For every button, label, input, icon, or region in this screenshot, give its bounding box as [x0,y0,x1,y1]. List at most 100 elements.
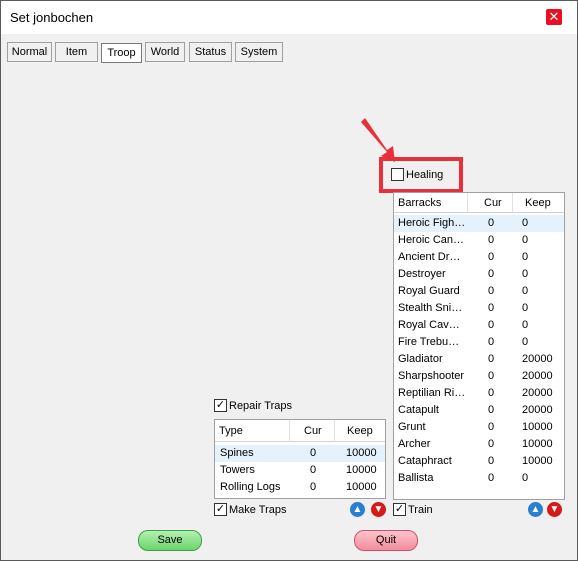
train-checkbox-box[interactable]: ✓ [393,502,406,516]
table-row[interactable]: Fire Trebu… 0 0 [394,334,564,351]
cell-keep: 0 [522,285,529,297]
column-header-keep[interactable]: Keep [335,420,385,442]
table-row[interactable]: Cataphract 0 10000 [394,453,564,470]
column-header-cur[interactable]: Cur [468,193,513,213]
table-row[interactable]: Gladiator 0 20000 [394,351,564,368]
table-row[interactable]: Catapult 0 20000 [394,402,564,419]
cell-cur: 0 [310,464,317,476]
make-traps-checkbox[interactable]: ✓ Make Traps [214,502,287,517]
cell-cur: 0 [488,268,495,280]
tab-world[interactable]: World [145,42,185,62]
repair-traps-checkbox-box[interactable]: ✓ [214,398,227,412]
table-row[interactable]: Destroyer 0 0 [394,266,564,283]
cell-cur: 0 [488,251,495,263]
cell-cur: 0 [488,370,495,382]
tab-status[interactable]: Status [189,42,232,62]
arrow-up-icon[interactable]: ▲ [350,502,365,517]
cell-keep: 0 [522,234,529,246]
table-row[interactable]: Archer 0 10000 [394,436,564,453]
title-bar: Set jonbochen ✕ [1,1,577,34]
quit-button[interactable]: Quit [354,530,418,551]
table-row[interactable]: Towers 0 10000 [215,462,385,479]
cell-name: Destroyer [398,268,446,280]
cell-cur: 0 [488,285,495,297]
cell-keep: 10000 [346,447,377,459]
cell-cur: 0 [310,447,317,459]
cell-name: Ancient Dr… [398,251,461,263]
cell-cur: 0 [488,353,495,365]
cell-name: Spines [220,447,254,459]
cell-keep: 0 [522,251,529,263]
cell-keep: 10000 [346,481,377,493]
cell-name: Sharpshooter [398,370,465,382]
cell-name: Ballista [398,472,434,484]
table-row[interactable]: Royal Cav… 0 0 [394,317,564,334]
cell-cur: 0 [310,481,317,493]
cell-name: Gladiator [398,353,443,365]
cell-keep: 0 [522,217,529,229]
tab-system[interactable]: System [235,42,283,62]
cell-cur: 0 [488,234,495,246]
cell-cur: 0 [488,455,495,467]
arrow-down-icon[interactable]: ▼ [547,502,562,517]
table-row[interactable]: Ballista 0 0 [394,470,564,487]
column-header-cur[interactable]: Cur [290,420,335,442]
cell-name: Grunt [398,421,426,433]
column-header-type[interactable]: Type [215,420,290,442]
cell-keep: 10000 [522,421,553,433]
cell-name: Heroic Figh… [398,217,466,229]
annotation-highlight-box [379,157,463,193]
table-row[interactable]: Reptilian Ri… 0 20000 [394,385,564,402]
column-header-barracks[interactable]: Barracks [394,193,468,213]
cell-cur: 0 [488,387,495,399]
save-button[interactable]: Save [138,530,202,551]
cell-name: Towers [220,464,255,476]
table-row[interactable]: Heroic Can… 0 0 [394,232,564,249]
cell-cur: 0 [488,404,495,416]
cell-keep: 0 [522,472,529,484]
table-row[interactable]: Sharpshooter 0 20000 [394,368,564,385]
train-checkbox[interactable]: ✓ Train [393,502,433,517]
tab-item[interactable]: Item [55,42,98,62]
cell-keep: 10000 [346,464,377,476]
table-row[interactable]: Heroic Figh… 0 0 [394,215,564,232]
table-row[interactable]: Spines 0 10000 [215,445,385,462]
cell-name: Catapult [398,404,439,416]
cell-cur: 0 [488,302,495,314]
cell-keep: 10000 [522,455,553,467]
cell-cur: 0 [488,421,495,433]
traps-table[interactable]: Type Cur Keep Spines 0 10000 Towers 0 10000 Ro… [214,419,386,499]
settings-window: Set jonbochen ✕ Normal Item Troop World … [0,0,578,561]
cell-keep: 0 [522,302,529,314]
cell-keep: 10000 [522,438,553,450]
make-traps-checkbox-box[interactable]: ✓ [214,502,227,516]
cell-name: Rolling Logs [220,481,281,493]
cell-keep: 20000 [522,404,553,416]
cell-cur: 0 [488,438,495,450]
repair-traps-checkbox[interactable]: ✓ Repair Traps [214,398,292,413]
make-traps-label: Make Traps [229,504,287,516]
arrow-down-icon[interactable]: ▼ [371,502,386,517]
cell-cur: 0 [488,217,495,229]
barracks-table[interactable]: Barracks Cur Keep Heroic Figh… 0 0 Heroic C… [393,192,565,500]
cell-name: Royal Cav… [398,319,460,331]
table-row[interactable]: Stealth Sni… 0 0 [394,300,564,317]
cell-name: Heroic Can… [398,234,465,246]
table-row[interactable]: Grunt 0 10000 [394,419,564,436]
barracks-table-header: Barracks Cur Keep [394,193,564,213]
tab-troop[interactable]: Troop [101,43,142,63]
cell-cur: 0 [488,472,495,484]
table-row[interactable]: Ancient Dr… 0 0 [394,249,564,266]
table-row[interactable]: Rolling Logs 0 10000 [215,479,385,496]
repair-traps-label: Repair Traps [229,400,292,412]
cell-name: Archer [398,438,431,450]
cell-keep: 20000 [522,370,553,382]
tab-normal[interactable]: Normal [7,42,52,62]
column-header-keep[interactable]: Keep [513,193,564,213]
arrow-up-icon[interactable]: ▲ [528,502,543,517]
cell-cur: 0 [488,319,495,331]
cell-name: Reptilian Ri… [398,387,466,399]
table-row[interactable]: Royal Guard 0 0 [394,283,564,300]
close-icon[interactable]: ✕ [546,9,562,25]
cell-name: Cataphract [398,455,452,467]
